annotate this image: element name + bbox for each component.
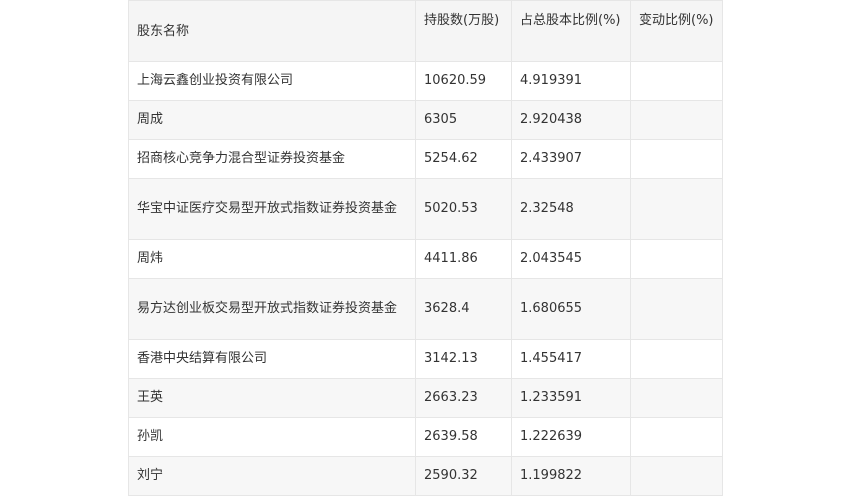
table-row: 王英 2663.23 1.233591 (128, 378, 723, 418)
shareholder-name-cell: 香港中央结算有限公司 (128, 339, 416, 379)
shares-held-cell: 5254.62 (415, 139, 512, 179)
change-ratio-cell (630, 417, 723, 457)
shareholder-name-cell: 孙凯 (128, 417, 416, 457)
shares-held-cell: 10620.59 (415, 61, 512, 101)
table-row: 周炜 4411.86 2.043545 (128, 239, 723, 279)
change-ratio-cell (630, 278, 723, 340)
change-ratio-cell (630, 100, 723, 140)
change-ratio-cell (630, 139, 723, 179)
change-ratio-cell (630, 61, 723, 101)
table-row: 华宝中证医疗交易型开放式指数证券投资基金 5020.53 2.32548 (128, 178, 723, 240)
shares-held-cell: 3628.4 (415, 278, 512, 340)
table-body: 上海云鑫创业投资有限公司 10620.59 4.919391 周成 6305 2.9204… (128, 61, 723, 496)
shareholder-table: 股东名称 持股数(万股) 占总股本比例(%) 变动比例(%) 上海云鑫创业投资有… (128, 0, 723, 496)
table-row: 易方达创业板交易型开放式指数证券投资基金 3628.4 1.680655 (128, 278, 723, 340)
header-shareholder-name: 股东名称 (128, 0, 416, 62)
change-ratio-cell (630, 378, 723, 418)
shareholder-name-cell: 王英 (128, 378, 416, 418)
shares-held-cell: 3142.13 (415, 339, 512, 379)
header-share-ratio: 占总股本比例(%) (511, 0, 631, 62)
share-ratio-cell: 4.919391 (511, 61, 631, 101)
shareholder-name-cell: 周成 (128, 100, 416, 140)
shareholder-name-cell: 易方达创业板交易型开放式指数证券投资基金 (128, 278, 416, 340)
shares-held-cell: 2590.32 (415, 456, 512, 496)
table-row: 香港中央结算有限公司 3142.13 1.455417 (128, 339, 723, 379)
header-shares-held: 持股数(万股) (415, 0, 512, 62)
shareholder-name-cell: 上海云鑫创业投资有限公司 (128, 61, 416, 101)
table-header: 股东名称 持股数(万股) 占总股本比例(%) 变动比例(%) (128, 0, 723, 62)
shareholder-name-cell: 周炜 (128, 239, 416, 279)
shareholder-name-cell: 招商核心竞争力混合型证券投资基金 (128, 139, 416, 179)
shares-held-cell: 5020.53 (415, 178, 512, 240)
change-ratio-cell (630, 239, 723, 279)
share-ratio-cell: 2.32548 (511, 178, 631, 240)
header-row: 股东名称 持股数(万股) 占总股本比例(%) 变动比例(%) (128, 0, 723, 62)
table-row: 周成 6305 2.920438 (128, 100, 723, 140)
shares-held-cell: 4411.86 (415, 239, 512, 279)
change-ratio-cell (630, 339, 723, 379)
table-row: 刘宁 2590.32 1.199822 (128, 456, 723, 496)
share-ratio-cell: 1.199822 (511, 456, 631, 496)
table-row: 招商核心竞争力混合型证券投资基金 5254.62 2.433907 (128, 139, 723, 179)
share-ratio-cell: 1.455417 (511, 339, 631, 379)
shareholder-name-cell: 华宝中证医疗交易型开放式指数证券投资基金 (128, 178, 416, 240)
change-ratio-cell (630, 456, 723, 496)
table-row: 孙凯 2639.58 1.222639 (128, 417, 723, 457)
share-ratio-cell: 1.222639 (511, 417, 631, 457)
shares-held-cell: 2639.58 (415, 417, 512, 457)
shares-held-cell: 6305 (415, 100, 512, 140)
shares-held-cell: 2663.23 (415, 378, 512, 418)
table-row: 上海云鑫创业投资有限公司 10620.59 4.919391 (128, 61, 723, 101)
shareholder-name-cell: 刘宁 (128, 456, 416, 496)
change-ratio-cell (630, 178, 723, 240)
share-ratio-cell: 2.043545 (511, 239, 631, 279)
share-ratio-cell: 2.433907 (511, 139, 631, 179)
header-change-ratio: 变动比例(%) (630, 0, 723, 62)
share-ratio-cell: 2.920438 (511, 100, 631, 140)
share-ratio-cell: 1.233591 (511, 378, 631, 418)
share-ratio-cell: 1.680655 (511, 278, 631, 340)
